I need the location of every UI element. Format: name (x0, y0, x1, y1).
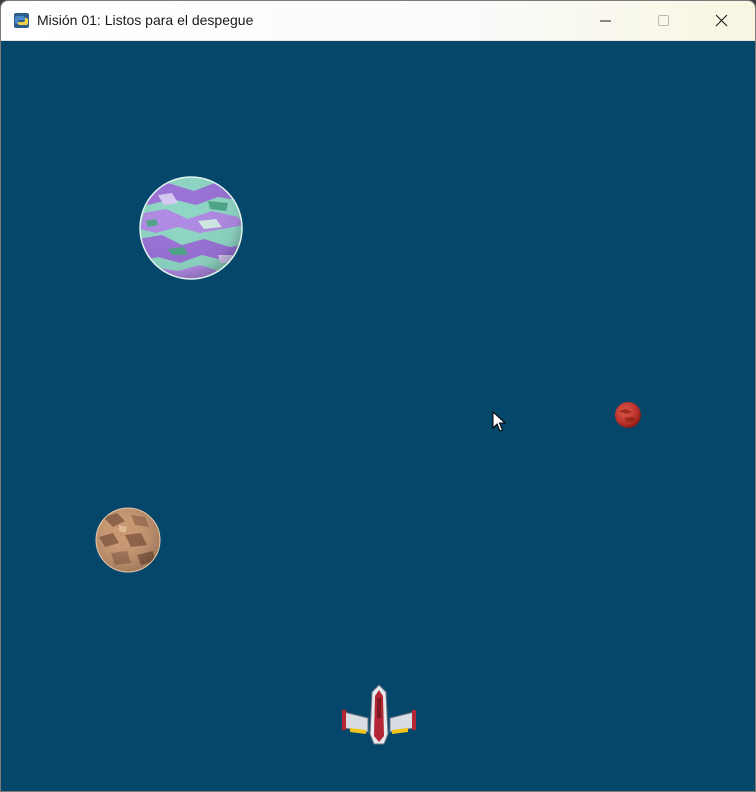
close-button[interactable] (693, 1, 751, 40)
window-title: Misión 01: Listos para el despegue (37, 12, 254, 28)
brown-planet (95, 507, 161, 573)
purple-green-planet (139, 176, 243, 280)
maximize-button[interactable] (635, 1, 693, 40)
player-spaceship (342, 684, 416, 745)
title-bar[interactable]: Misión 01: Listos para el despegue (1, 1, 755, 41)
maximize-icon (658, 15, 669, 26)
minimize-icon (600, 20, 611, 22)
game-window: Misión 01: Listos para el despegue (0, 0, 756, 792)
mouse-cursor (492, 411, 506, 432)
close-icon (715, 14, 728, 27)
game-canvas[interactable] (2, 41, 754, 791)
minimize-button[interactable] (577, 1, 635, 40)
python-icon (14, 13, 29, 28)
red-planet (615, 402, 641, 428)
